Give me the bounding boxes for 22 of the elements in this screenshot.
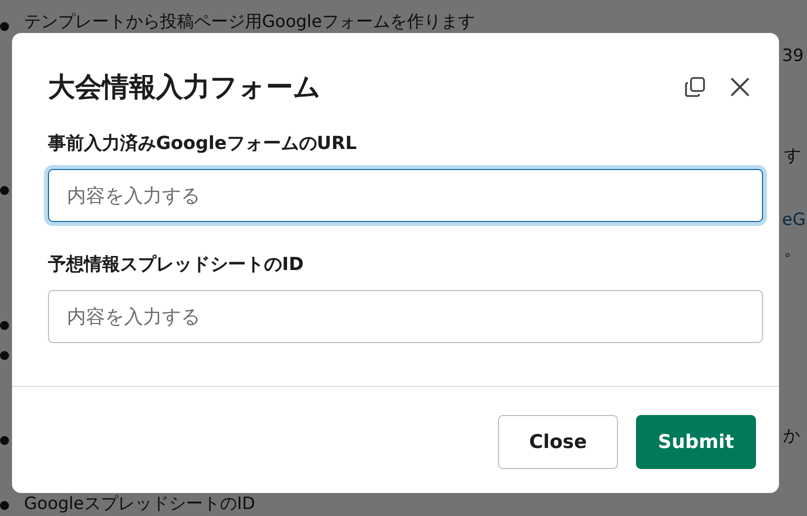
- background-text: 39: [782, 48, 804, 65]
- bullet-icon: [0, 22, 9, 31]
- modal-title: 大会情報入力フォーム: [48, 71, 322, 105]
- background-text: す: [784, 148, 801, 165]
- bullet-icon: [0, 321, 9, 330]
- cancel-button[interactable]: Close: [498, 415, 618, 469]
- background-text: テンプレートから投稿ページ用Googleフォームを作ります: [24, 14, 475, 31]
- background-text: か: [783, 428, 800, 445]
- input-field[interactable]: 内容を入力する: [48, 169, 763, 222]
- bullet-icon: [0, 436, 9, 445]
- field-label: 事前入力済みGoogleフォームのURL: [48, 132, 358, 155]
- background-text: 。: [784, 242, 801, 259]
- background-text: GoogleスプレッドシートのID: [24, 496, 256, 513]
- input-field[interactable]: 内容を入力する: [48, 290, 763, 343]
- close-icon: [729, 76, 751, 98]
- background-link[interactable]: eG: [782, 212, 806, 229]
- copy-icon: [683, 75, 707, 99]
- bullet-icon: [0, 501, 9, 510]
- field-label: 予想情報スプレッドシートのID: [48, 253, 305, 276]
- submit-button[interactable]: Submit: [636, 415, 756, 469]
- bullet-icon: [0, 351, 9, 360]
- bullet-icon: [0, 186, 9, 195]
